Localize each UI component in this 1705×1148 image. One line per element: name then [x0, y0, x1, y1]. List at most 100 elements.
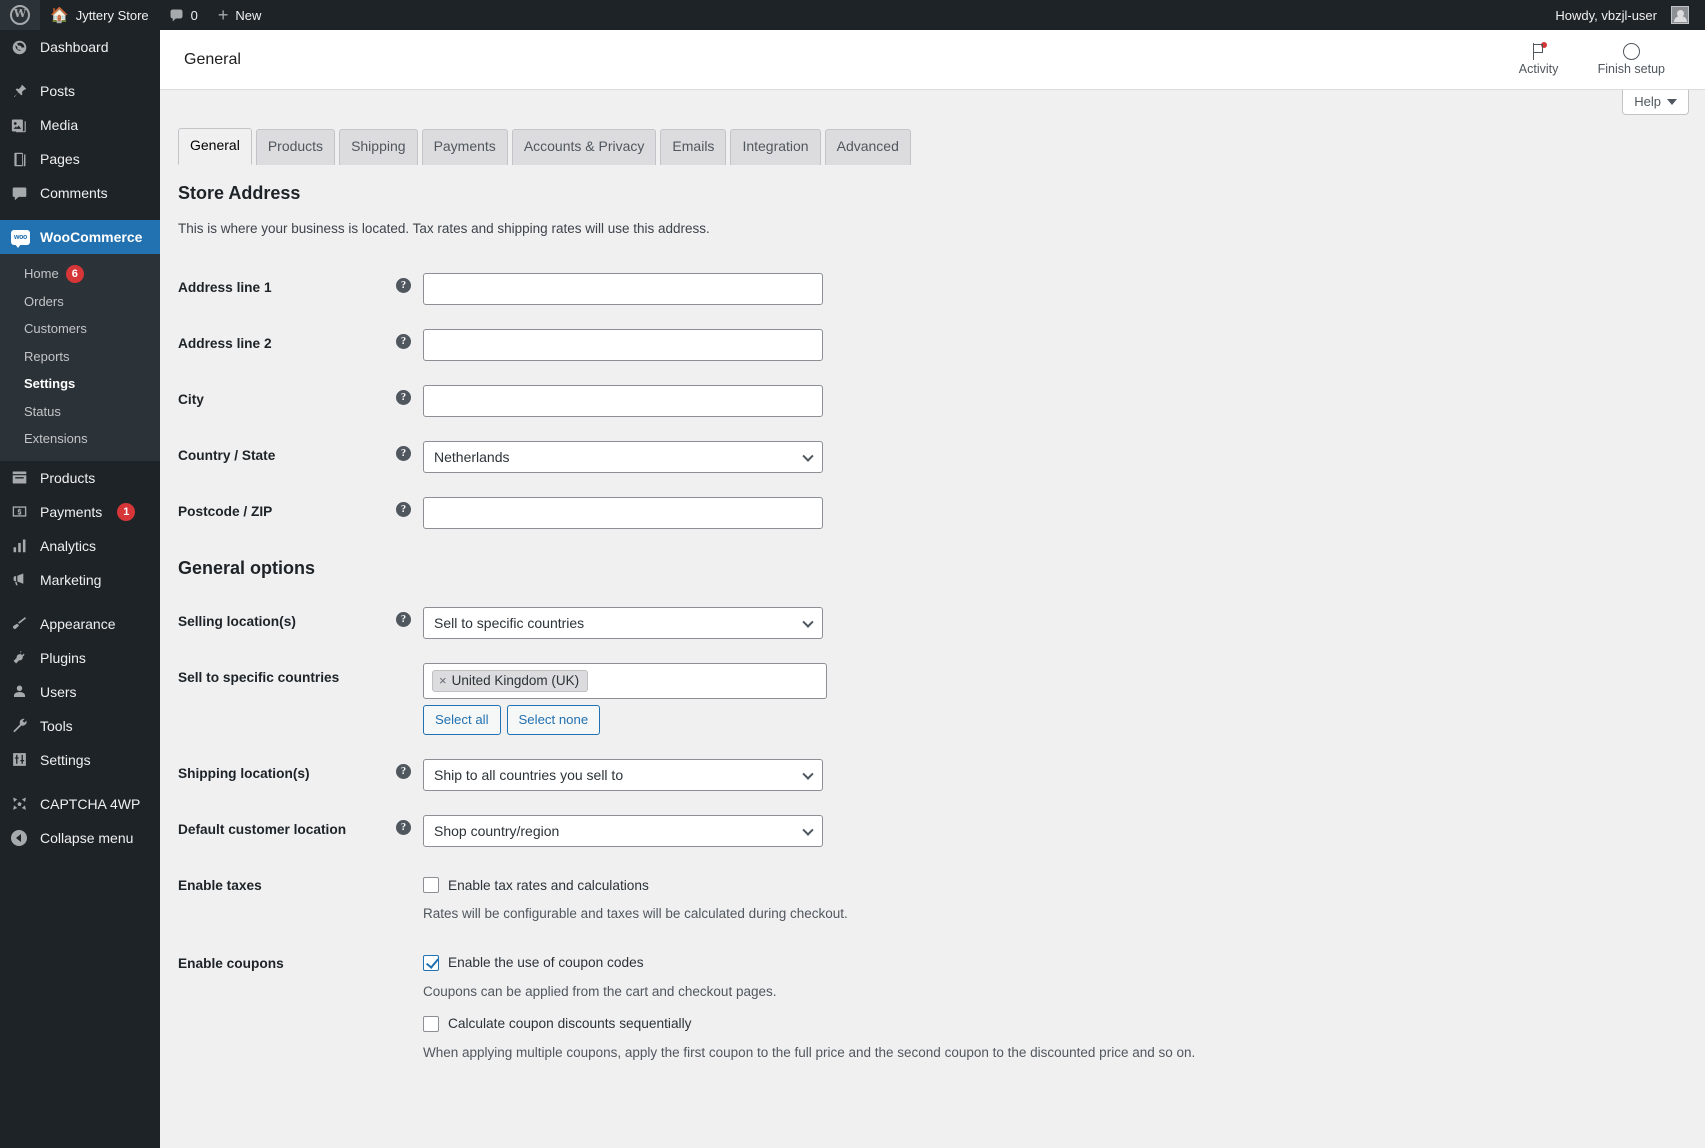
tab-payments[interactable]: Payments — [421, 129, 508, 165]
tab-label: Emails — [672, 138, 715, 154]
help-tip-icon[interactable]: ? — [396, 502, 411, 518]
tab-products[interactable]: Products — [255, 129, 336, 165]
site-name-menu[interactable]: 🏠 Jyttery Store — [40, 0, 159, 30]
tab-integration[interactable]: Integration — [730, 129, 821, 165]
sidebar-subitem-reports[interactable]: Reports — [0, 343, 160, 371]
sidebar-item-plugins[interactable]: Plugins — [0, 641, 160, 675]
menu-separator — [0, 210, 160, 220]
address-line-1-label: Address line 1 — [178, 280, 272, 296]
sequential-coupons-checkbox[interactable] — [423, 1015, 439, 1032]
enable-taxes-checkbox-label: Enable tax rates and calculations — [448, 877, 649, 893]
tab-shipping[interactable]: Shipping — [339, 129, 418, 165]
field-row-country-state: Country / State ? Netherlands — [178, 429, 1278, 485]
sidebar-item-dashboard[interactable]: Dashboard — [0, 30, 160, 64]
sidebar-item-marketing[interactable]: Marketing — [0, 563, 160, 597]
woocommerce-submenu: Home 6 Orders Customers Reports Settings… — [0, 254, 160, 461]
sidebar-item-products[interactable]: Products — [0, 461, 160, 495]
sidebar-item-pages[interactable]: Pages — [0, 142, 160, 176]
sidebar-subitem-orders[interactable]: Orders — [0, 288, 160, 316]
sidebar-item-posts[interactable]: Posts — [0, 74, 160, 108]
sidebar-item-label: Analytics — [40, 537, 97, 554]
tab-general[interactable]: General — [178, 128, 252, 165]
tab-advanced[interactable]: Advanced — [824, 129, 911, 165]
remove-x-icon[interactable]: × — [439, 674, 447, 687]
sidebar-item-settings[interactable]: Settings — [0, 743, 160, 777]
help-tip-icon[interactable]: ? — [396, 390, 411, 406]
selling-locations-select[interactable]: Sell to specific countries — [423, 606, 823, 639]
payments-icon — [11, 503, 31, 520]
sidebar-item-woocommerce[interactable]: woo WooCommerce — [0, 220, 160, 254]
address-line-1-input[interactable] — [423, 273, 823, 306]
home-badge-count: 6 — [65, 264, 84, 283]
megaphone-icon — [11, 571, 31, 588]
sidebar-subitem-settings[interactable]: Settings — [0, 370, 160, 398]
address-line-2-input[interactable] — [423, 329, 823, 362]
help-tip-icon[interactable]: ? — [396, 446, 411, 462]
sidebar-subitem-customers[interactable]: Customers — [0, 315, 160, 343]
help-tip-icon[interactable]: ? — [396, 278, 411, 294]
wp-logo-menu[interactable] — [0, 0, 40, 30]
sidebar-item-appearance[interactable]: Appearance — [0, 607, 160, 641]
field-row-enable-taxes: Enable taxes ? Enable tax rates and calc… — [178, 859, 1278, 936]
sidebar-item-analytics[interactable]: Analytics — [0, 529, 160, 563]
activity-panel-button[interactable]: Activity — [1506, 42, 1572, 76]
new-content-menu[interactable]: + New — [208, 0, 272, 30]
header-actions: Activity Finish setup — [1506, 42, 1681, 76]
enable-coupons-checkbox-row[interactable]: Enable the use of coupon codes — [423, 949, 1268, 971]
city-input[interactable] — [423, 385, 823, 418]
selling-locations-label: Selling location(s) — [178, 613, 296, 629]
select-none-button[interactable]: Select none — [506, 704, 601, 736]
sequential-coupons-checkbox-row[interactable]: Calculate coupon discounts sequentially — [423, 1002, 1268, 1032]
help-tab-button[interactable]: Help — [1622, 90, 1689, 115]
sell-to-specific-countries-multiselect[interactable]: × United Kingdom (UK) — [423, 662, 827, 699]
my-account-menu[interactable]: Howdy, vbzjl-user — [1545, 0, 1705, 30]
media-icon — [11, 117, 31, 134]
tab-accounts-privacy[interactable]: Accounts & Privacy — [511, 129, 657, 165]
shipping-locations-select[interactable]: Ship to all countries you sell to — [423, 759, 823, 792]
finish-setup-button[interactable]: Finish setup — [1598, 43, 1665, 76]
paintbrush-icon — [11, 615, 31, 632]
country-state-value: Netherlands — [434, 449, 510, 466]
sidebar-item-payments[interactable]: Payments 1 — [0, 495, 160, 529]
collapse-menu-button[interactable]: Collapse menu — [0, 821, 160, 855]
analytics-bars-icon — [11, 537, 31, 554]
payments-badge-count: 1 — [117, 502, 136, 521]
help-tip-icon[interactable]: ? — [396, 820, 411, 836]
enable-taxes-checkbox[interactable] — [423, 877, 439, 894]
enable-taxes-checkbox-row[interactable]: Enable tax rates and calculations — [423, 871, 1268, 894]
sell-to-specific-countries-label: Sell to specific countries — [178, 669, 340, 685]
default-customer-location-select[interactable]: Shop country/region — [423, 815, 823, 848]
selling-locations-value: Sell to specific countries — [434, 614, 585, 631]
sidebar-item-tools[interactable]: Tools — [0, 709, 160, 743]
help-tip-icon[interactable]: ? — [396, 334, 411, 350]
sidebar-item-label: Plugins — [40, 649, 86, 666]
admin-sidebar-menu: Dashboard Posts Media Pages Comments woo… — [0, 30, 160, 1148]
activity-notification-dot — [1540, 42, 1547, 48]
comments-menu[interactable]: 0 — [159, 0, 208, 30]
comments-icon — [11, 185, 31, 202]
help-tip-icon[interactable]: ? — [396, 611, 411, 627]
tab-emails[interactable]: Emails — [660, 129, 727, 165]
wrench-icon — [11, 717, 31, 734]
default-customer-location-value: Shop country/region — [434, 823, 560, 840]
sidebar-subitem-status[interactable]: Status — [0, 398, 160, 426]
sidebar-item-comments[interactable]: Comments — [0, 176, 160, 210]
sidebar-item-users[interactable]: Users — [0, 675, 160, 709]
country-state-select[interactable]: Netherlands — [423, 441, 823, 474]
sidebar-subitem-extensions[interactable]: Extensions — [0, 425, 160, 453]
help-tip-icon[interactable]: ? — [396, 764, 411, 780]
enable-coupons-checkbox[interactable] — [423, 954, 439, 971]
select-all-button[interactable]: Select all — [423, 704, 501, 736]
field-row-selling-locations: Selling location(s) ? Sell to specific c… — [178, 595, 1278, 651]
country-chip-label: United Kingdom (UK) — [451, 672, 580, 688]
sidebar-item-captcha-4wp[interactable]: CAPTCHA 4WP — [0, 787, 160, 821]
chevron-down-icon — [802, 450, 814, 463]
sidebar-item-label: Posts — [40, 83, 76, 99]
wordpress-logo-icon — [10, 5, 30, 25]
sidebar-item-media[interactable]: Media — [0, 108, 160, 142]
sidebar-subitem-home[interactable]: Home 6 — [0, 260, 160, 288]
main-content: General Activity Finish setup Help Gener… — [160, 30, 1705, 1148]
tab-label: Shipping — [351, 138, 406, 154]
avatar-icon — [1671, 6, 1689, 24]
postcode-zip-input[interactable] — [423, 497, 823, 530]
